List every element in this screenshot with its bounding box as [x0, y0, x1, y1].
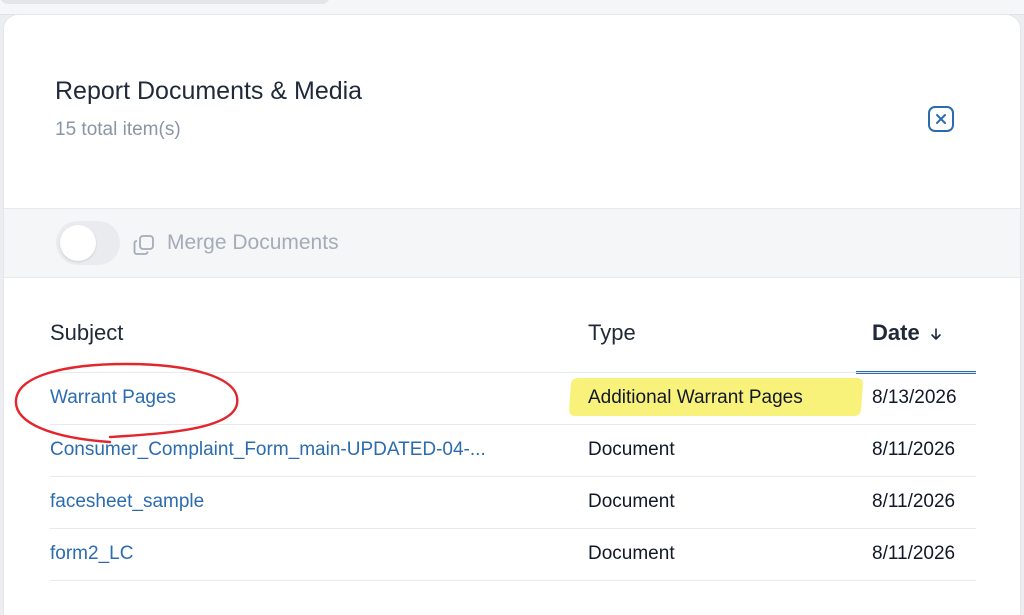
column-header-date-label: Date	[872, 320, 920, 345]
column-header-date[interactable]: Date	[856, 320, 976, 374]
table-row[interactable]: Warrant Pages Additional Warrant Pages 8…	[50, 372, 976, 424]
type-cell: Additional Warrant Pages	[588, 387, 803, 408]
merge-toggle[interactable]	[56, 221, 120, 265]
column-header-type[interactable]: Type	[588, 320, 636, 346]
subject-link[interactable]: Consumer_Complaint_Form_main-UPDATED-04-…	[50, 439, 486, 461]
date-cell: 8/11/2026	[872, 543, 956, 564]
subject-link[interactable]: facesheet_sample	[50, 491, 204, 513]
date-cell: 8/13/2026	[872, 387, 957, 408]
modal-title: Report Documents & Media	[55, 77, 363, 105]
top-tab-shape	[0, 0, 330, 4]
table-row[interactable]: form2_LC Document 8/11/2026	[50, 528, 976, 580]
table-row[interactable]: Consumer_Complaint_Form_main-UPDATED-04-…	[50, 424, 976, 476]
type-cell: Document	[588, 439, 675, 460]
date-cell: 8/11/2026	[872, 439, 956, 460]
type-cell: Document	[588, 543, 675, 564]
subject-link[interactable]: Warrant Pages	[50, 387, 176, 409]
browser-top-strip	[0, 0, 1024, 15]
sort-descending-icon	[931, 328, 941, 340]
subject-link[interactable]: form2_LC	[50, 543, 133, 565]
date-cell: 8/11/2026	[872, 491, 956, 512]
merge-documents-label[interactable]: Merge Documents	[167, 231, 339, 255]
merge-toolbar: Merge Documents	[4, 208, 1020, 278]
documents-modal: Report Documents & Media 15 total item(s…	[4, 15, 1020, 615]
table-row[interactable]	[50, 580, 976, 600]
close-icon	[936, 114, 946, 124]
close-button[interactable]	[928, 106, 954, 132]
type-cell: Document	[588, 491, 675, 512]
column-header-subject[interactable]: Subject	[50, 320, 123, 346]
item-count: 15 total item(s)	[55, 119, 181, 140]
table-row[interactable]: facesheet_sample Document 8/11/2026	[50, 476, 976, 528]
table-body: Warrant Pages Additional Warrant Pages 8…	[50, 372, 976, 600]
toggle-knob	[60, 225, 96, 261]
copy-icon	[133, 235, 154, 255]
